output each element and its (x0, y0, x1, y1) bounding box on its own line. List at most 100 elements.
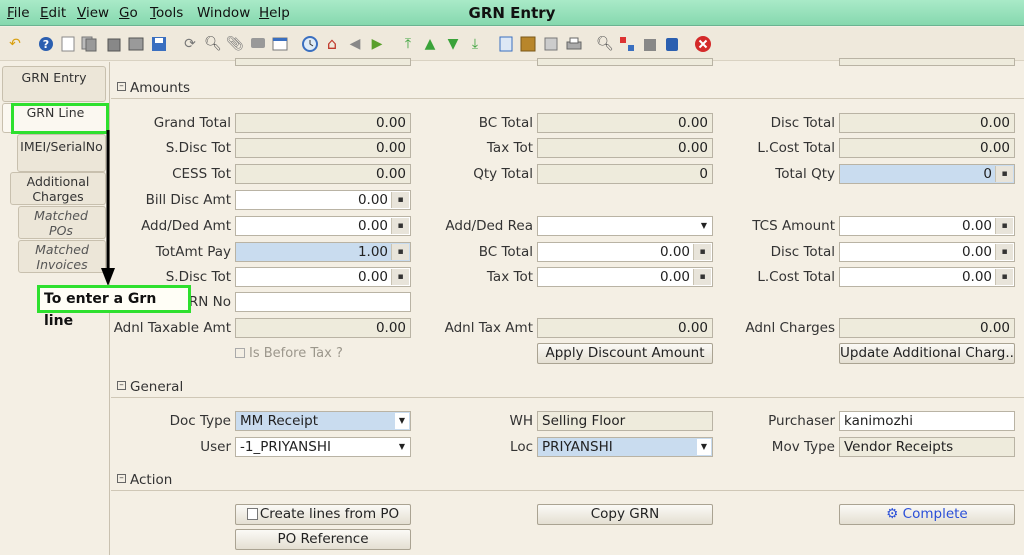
calculator-icon[interactable]: ▪ (995, 244, 1013, 260)
calculator-icon[interactable]: ▪ (391, 269, 409, 285)
label-adnl-tax-amt: Adnl Tax Amt (444, 320, 533, 336)
tab-grn-entry[interactable]: GRN Entry (2, 66, 106, 102)
section-title: General (130, 379, 184, 395)
po-reference-button[interactable]: PO Reference (235, 529, 411, 550)
first-record-icon[interactable]: ⤒ (399, 35, 417, 53)
doc-type-select[interactable]: MM Receipt ▼ (235, 411, 411, 431)
attachment-icon[interactable]: 📎︎ (226, 35, 244, 53)
workflow-icon[interactable] (618, 35, 636, 53)
is-before-tax-checkbox[interactable]: Is Before Tax ? (235, 346, 343, 361)
calculator-icon[interactable]: ▪ (391, 244, 409, 260)
chevron-down-icon[interactable]: ▼ (697, 218, 711, 234)
report-icon[interactable] (497, 35, 515, 53)
user-select[interactable]: -1_PRIYANSHI ▼ (235, 437, 411, 457)
zoom-icon[interactable]: 🔍︎ (596, 35, 614, 53)
new-record-icon[interactable] (59, 35, 77, 53)
section-amounts-header[interactable]: – Amounts (111, 77, 1024, 99)
product-info-icon[interactable] (641, 35, 659, 53)
tab-matched-pos[interactable]: Matched POs (18, 206, 106, 239)
calculator-icon[interactable]: ▪ (995, 166, 1013, 182)
menu-tools[interactable]: Tools (150, 5, 183, 21)
tax-tot-2-field[interactable]: 0.00 ▪ (537, 267, 713, 287)
print-icon[interactable] (565, 35, 583, 53)
collapse-icon[interactable]: – (117, 474, 126, 483)
annotation-arrow (101, 130, 115, 286)
delete-selection-icon[interactable] (127, 35, 145, 53)
chevron-down-icon[interactable]: ▼ (395, 439, 409, 455)
chevron-down-icon[interactable]: ▼ (395, 413, 409, 429)
delete-icon[interactable] (105, 35, 123, 53)
update-additional-charges-button[interactable]: Update Additional Charg... (839, 343, 1015, 364)
l-cost-total-2-field[interactable]: 0.00 ▪ (839, 267, 1015, 287)
label-l-cost-total: L.Cost Total (757, 140, 835, 156)
total-qty-field[interactable]: 0 ▪ (839, 164, 1015, 184)
parent-record-icon[interactable]: ◀ (346, 35, 364, 53)
section-general-header[interactable]: – General (111, 376, 1024, 398)
bc-total-2-field[interactable]: 0.00 ▪ (537, 242, 713, 262)
s-disc-tot-2-field[interactable]: 0.00 ▪ (235, 267, 411, 287)
history-icon[interactable] (301, 35, 319, 53)
calculator-icon[interactable]: ▪ (391, 192, 409, 208)
detail-record-icon[interactable]: ▶ (368, 35, 386, 53)
disc-total-2-field[interactable]: 0.00 ▪ (839, 242, 1015, 262)
create-lines-icon (246, 508, 258, 520)
menu-edit[interactable]: Edit (40, 5, 66, 21)
label-add-ded-amt: Add/Ded Amt (141, 218, 231, 234)
find-icon[interactable]: 🔍︎ (204, 35, 222, 53)
menu-view[interactable]: View (77, 5, 109, 21)
calculator-icon[interactable]: ▪ (391, 218, 409, 234)
refresh-icon[interactable]: ⟳ (181, 35, 199, 53)
grid-toggle-icon[interactable] (271, 35, 289, 53)
complete-label: Complete (902, 506, 968, 522)
menu-file[interactable]: File (7, 5, 30, 21)
close-window-icon[interactable] (694, 35, 712, 53)
chevron-down-icon[interactable]: ▼ (697, 439, 711, 455)
purchaser-field[interactable]: kanimozhi (839, 411, 1015, 431)
save-icon[interactable] (150, 35, 168, 53)
collapse-icon[interactable]: – (117, 82, 126, 91)
add-ded-amt-field[interactable]: 0.00 ▪ (235, 216, 411, 236)
apply-discount-amount-button[interactable]: Apply Discount Amount (537, 343, 713, 364)
home-icon[interactable]: ⌂ (323, 35, 341, 53)
collapse-icon[interactable]: – (117, 381, 126, 390)
tax-tot-2-value: 0.00 (659, 269, 690, 285)
copy-record-icon[interactable] (80, 35, 98, 53)
add-ded-rea-select[interactable]: ▼ (537, 216, 713, 236)
calculator-icon[interactable]: ▪ (693, 244, 711, 260)
bc-total-2-value: 0.00 (659, 244, 690, 260)
next-record-icon[interactable]: ▼ (444, 35, 462, 53)
create-lines-from-po-button[interactable]: Create lines from PO (235, 504, 411, 525)
tab-label: GRN Entry (21, 70, 87, 85)
section-action-header[interactable]: – Action (111, 469, 1024, 491)
calculator-icon[interactable]: ▪ (995, 218, 1013, 234)
checkbox-box[interactable] (235, 348, 245, 358)
undo-icon[interactable]: ↶ (6, 35, 24, 53)
bill-disc-amt-field[interactable]: 0.00 ▪ (235, 190, 411, 210)
calculator-icon[interactable]: ▪ (995, 269, 1013, 285)
menu-help[interactable]: Help (259, 5, 290, 21)
print-preview-icon[interactable] (542, 35, 560, 53)
help-icon[interactable]: ? (37, 35, 55, 53)
label-totamt-pay: TotAmt Pay (155, 244, 231, 260)
copy-grn-button[interactable]: Copy GRN (537, 504, 713, 525)
tab-grn-line[interactable]: GRN Line (2, 103, 106, 133)
loc-select[interactable]: PRIYANSHI ▼ (537, 437, 713, 457)
tab-matched-invoices[interactable]: Matched Invoices (18, 240, 106, 273)
complete-button[interactable]: ⚙ Complete (839, 504, 1015, 525)
last-record-icon[interactable]: ⤓ (466, 35, 484, 53)
rn-no-field[interactable] (235, 292, 411, 312)
label-tax-tot-2: Tax Tot (486, 269, 533, 285)
totamt-pay-field[interactable]: 1.00 ▪ (235, 242, 411, 262)
tab-imei-serialno[interactable]: IMEI/SerialNo (17, 134, 106, 172)
disc-total-field: 0.00 (839, 113, 1015, 133)
menu-go[interactable]: Go (119, 5, 138, 21)
archive-icon[interactable] (519, 35, 537, 53)
tcs-amount-field[interactable]: 0.00 ▪ (839, 216, 1015, 236)
tab-additional-charges[interactable]: Additional Charges (10, 172, 106, 205)
calculator-icon[interactable]: ▪ (693, 269, 711, 285)
chat-icon[interactable] (249, 35, 267, 53)
previous-record-icon[interactable]: ▲ (421, 35, 439, 53)
menu-window[interactable]: Window (197, 5, 250, 21)
lock-icon[interactable] (663, 35, 681, 53)
label-cess-tot: CESS Tot (172, 166, 231, 182)
